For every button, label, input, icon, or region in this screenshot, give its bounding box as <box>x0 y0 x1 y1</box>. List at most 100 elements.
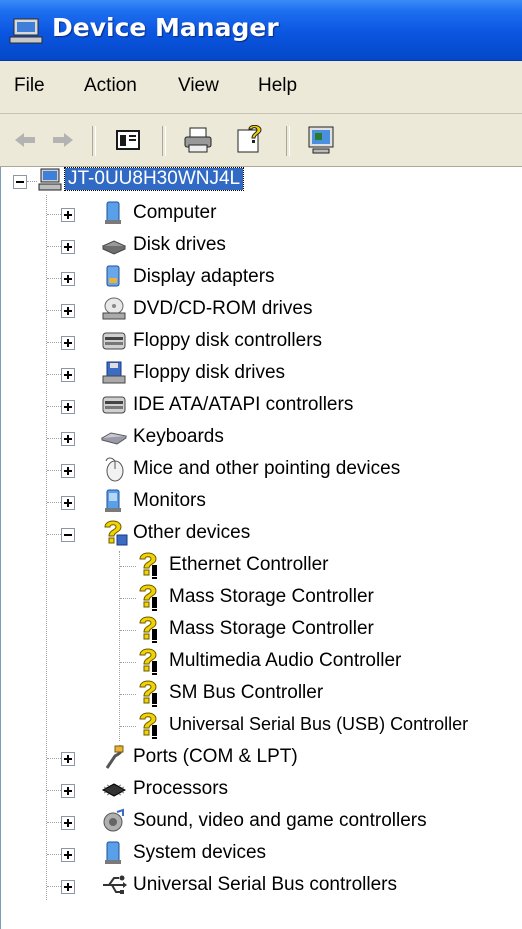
tree-item-label: DVD/CD-ROM drives <box>133 298 313 319</box>
tree-connector <box>47 406 61 407</box>
window-title: Device Manager <box>52 13 279 42</box>
tree-item-computer[interactable]: Computer <box>1 197 522 229</box>
tree-connector <box>47 758 61 759</box>
floppy-drive-icon <box>102 361 126 384</box>
tree-child-item[interactable]: Ethernet Controller <box>1 549 522 581</box>
tree-child-item[interactable]: SM Bus Controller <box>1 677 522 709</box>
toolbar-separator <box>162 126 166 156</box>
floppy-controller-icon <box>102 332 126 350</box>
tree-item-keyboards[interactable]: Keyboards <box>1 421 522 453</box>
tree-connector <box>47 534 61 535</box>
computer-root-icon <box>38 168 62 191</box>
expand-toggle[interactable] <box>61 368 75 382</box>
expand-toggle[interactable] <box>61 784 75 798</box>
forward-button[interactable] <box>44 122 80 158</box>
menu-bar: File Action View Help <box>0 61 522 114</box>
tree-item-label: SM Bus Controller <box>169 682 324 703</box>
scan-hardware-icon <box>308 126 334 154</box>
expand-toggle[interactable] <box>61 272 75 286</box>
show-hide-console-tree-button[interactable] <box>110 122 146 158</box>
menu-file[interactable]: File <box>14 75 45 97</box>
tree-item-processors[interactable]: Processors <box>1 773 522 805</box>
menu-view[interactable]: View <box>178 75 219 97</box>
scan-hardware-button[interactable] <box>304 122 340 158</box>
expand-toggle[interactable] <box>61 336 75 350</box>
menu-action[interactable]: Action <box>84 75 137 97</box>
tree-item-label: Mass Storage Controller <box>169 618 374 639</box>
show-hide-console-tree-icon <box>116 130 140 150</box>
tree-connector <box>120 566 136 567</box>
port-icon <box>105 744 124 769</box>
expand-toggle[interactable] <box>61 240 75 254</box>
tree-item-label: Computer <box>133 202 217 223</box>
tree-connector <box>47 790 61 791</box>
tree-item-label: Ports (COM & LPT) <box>133 746 298 767</box>
tree-item-sound-video-game[interactable]: Sound, video and game controllers <box>1 805 522 837</box>
title-bar[interactable]: Device Manager <box>0 0 522 61</box>
tree-item-label: Mice and other pointing devices <box>133 458 401 479</box>
tree-item-label: Monitors <box>133 490 206 511</box>
tree-item-label: Disk drives <box>133 234 226 255</box>
keyboard-icon <box>101 432 127 445</box>
tree-item-ports[interactable]: Ports (COM & LPT) <box>1 741 522 773</box>
tree-item-mice[interactable]: Mice and other pointing devices <box>1 453 522 485</box>
tree-item-label: Floppy disk drives <box>133 362 286 383</box>
unknown-device-warning-icon <box>139 616 157 643</box>
tree-child-item[interactable]: Mass Storage Controller <box>1 581 522 613</box>
collapse-toggle[interactable] <box>61 528 75 542</box>
tree-item-disk-drives[interactable]: Disk drives <box>1 229 522 261</box>
tree-item-dvd-cd-rom-drives[interactable]: DVD/CD-ROM drives <box>1 293 522 325</box>
device-tree[interactable]: JT-0UU8H30WNJ4L Computer Disk drives Dis… <box>0 167 522 929</box>
tree-child-item[interactable]: Mass Storage Controller <box>1 613 522 645</box>
tree-connector <box>120 598 136 599</box>
tree-item-label: Display adapters <box>133 266 275 287</box>
toolbar-separator <box>286 126 290 156</box>
toolbar <box>0 114 522 167</box>
computer-icon <box>105 201 121 224</box>
tree-child-item[interactable]: Universal Serial Bus (USB) Controller <box>1 709 522 741</box>
properties-button[interactable] <box>232 122 268 158</box>
expand-toggle[interactable] <box>61 304 75 318</box>
tree-connector <box>120 726 136 727</box>
tree-item-label: Keyboards <box>133 426 224 447</box>
tree-item-ide-ata-atapi-controllers[interactable]: IDE ATA/ATAPI controllers <box>1 389 522 421</box>
tree-item-label: Floppy disk controllers <box>133 330 323 351</box>
expand-toggle[interactable] <box>61 400 75 414</box>
collapse-toggle[interactable] <box>13 175 27 189</box>
tree-connector <box>120 662 136 663</box>
expand-toggle[interactable] <box>61 432 75 446</box>
tree-root[interactable]: JT-0UU8H30WNJ4L <box>1 165 522 197</box>
tree-item-floppy-disk-drives[interactable]: Floppy disk drives <box>1 357 522 389</box>
tree-item-label: Processors <box>133 778 229 799</box>
unknown-device-warning-icon <box>139 680 157 707</box>
expand-toggle[interactable] <box>61 464 75 478</box>
tree-connector <box>47 886 61 887</box>
expand-toggle[interactable] <box>61 880 75 894</box>
device-manager-icon <box>9 18 43 44</box>
expand-toggle[interactable] <box>61 208 75 222</box>
tree-item-usb-controllers[interactable]: Universal Serial Bus controllers <box>1 869 522 901</box>
tree-child-item[interactable]: Multimedia Audio Controller <box>1 645 522 677</box>
expand-toggle[interactable] <box>61 816 75 830</box>
unknown-device-icon <box>104 520 128 546</box>
monitor-icon <box>105 489 121 512</box>
tree-item-monitors[interactable]: Monitors <box>1 485 522 517</box>
tree-item-label: Other devices <box>133 522 251 543</box>
tree-item-label: IDE ATA/ATAPI controllers <box>133 394 354 415</box>
tree-connector <box>47 214 61 215</box>
expand-toggle[interactable] <box>61 848 75 862</box>
back-button[interactable] <box>8 122 44 158</box>
system-device-icon <box>105 841 121 864</box>
display-adapter-icon <box>106 265 120 287</box>
tree-item-floppy-disk-controllers[interactable]: Floppy disk controllers <box>1 325 522 357</box>
print-button[interactable] <box>180 122 216 158</box>
root-label: JT-0UU8H30WNJ4L <box>63 167 245 191</box>
tree-item-other-devices[interactable]: Other devices <box>1 517 522 549</box>
tree-connector <box>47 278 61 279</box>
tree-item-display-adapters[interactable]: Display adapters <box>1 261 522 293</box>
tree-item-system-devices[interactable]: System devices <box>1 837 522 869</box>
menu-help[interactable]: Help <box>258 75 297 97</box>
expand-toggle[interactable] <box>61 496 75 510</box>
tree-item-label: Universal Serial Bus controllers <box>133 874 397 895</box>
expand-toggle[interactable] <box>61 752 75 766</box>
